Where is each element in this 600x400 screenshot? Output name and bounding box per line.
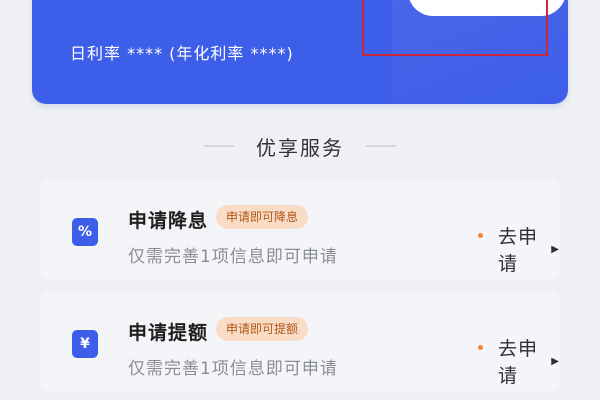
- service-title: 申请提额: [128, 322, 209, 344]
- apply-button[interactable]: 去申请 ▶: [498, 334, 560, 388]
- interest-rate-text: 日利率 **** (年化利率 ****): [70, 44, 294, 63]
- yen-icon: ¥: [72, 330, 98, 358]
- apply-label: 去申请: [498, 338, 539, 387]
- section-header: 优享服务: [32, 124, 568, 168]
- divider-left: [204, 145, 234, 147]
- service-badge: 申请即可降息: [216, 205, 309, 229]
- highlight-frame: [362, 0, 548, 56]
- service-title: 申请降息: [128, 210, 209, 232]
- percent-icon: %: [72, 218, 98, 246]
- masked-credit-amount: * * * *: [70, 0, 181, 9]
- triangle-right-icon: ▶: [551, 243, 560, 255]
- section-title: 优享服务: [256, 135, 344, 160]
- service-description: 仅需完善1项信息即可申请: [128, 247, 338, 267]
- notification-dot: [478, 233, 483, 238]
- service-card-raise-limit[interactable]: ¥ 申请提额 申请即可提额 仅需完善1项信息即可申请 去申请 ▶: [40, 292, 560, 392]
- service-badge: 申请即可提额: [216, 317, 309, 341]
- apply-button[interactable]: 去申请 ▶: [498, 222, 560, 276]
- divider-right: [366, 145, 396, 147]
- service-description: 仅需完善1项信息即可申请: [128, 359, 338, 379]
- notification-dot: [478, 345, 483, 350]
- triangle-right-icon: ▶: [551, 355, 560, 367]
- service-card-reduce-rate[interactable]: % 申请降息 申请即可降息 仅需完善1项信息即可申请 去申请 ▶: [40, 180, 560, 280]
- apply-label: 去申请: [498, 226, 539, 275]
